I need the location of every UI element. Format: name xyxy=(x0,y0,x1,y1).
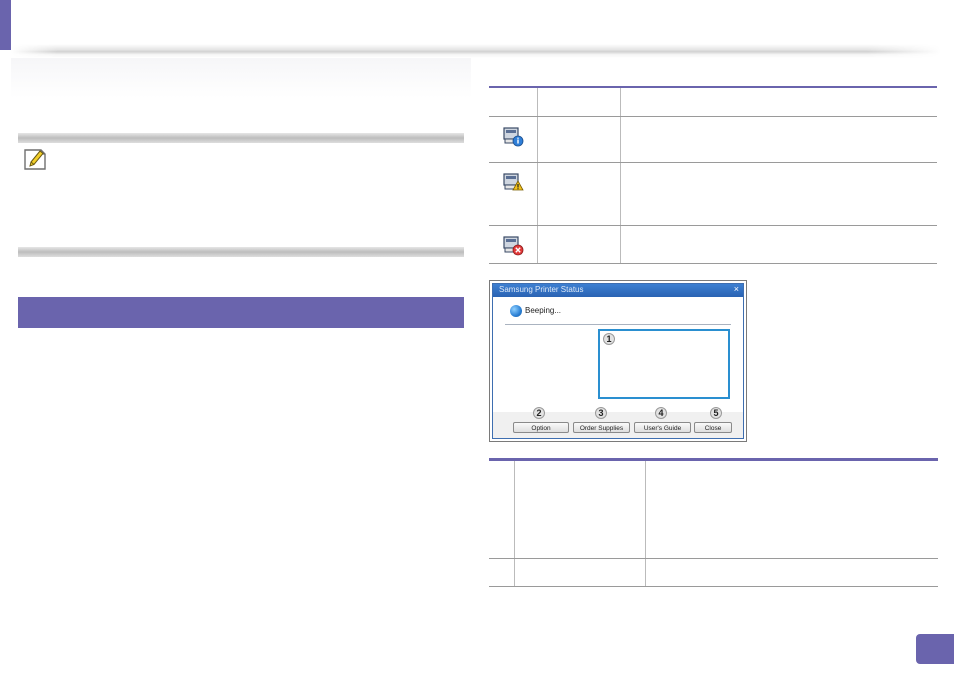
table-row xyxy=(489,559,938,587)
window-title-bar: Samsung Printer Status × xyxy=(493,284,743,297)
header-cell xyxy=(538,88,621,116)
header-cell xyxy=(621,88,937,116)
close-button[interactable]: Close xyxy=(694,422,732,433)
name-cell xyxy=(515,461,646,558)
status-icon-table xyxy=(489,86,937,264)
table-row xyxy=(489,458,938,559)
number-cell xyxy=(489,559,515,586)
icon-cell xyxy=(489,226,538,263)
printer-info-icon xyxy=(503,127,524,147)
name-cell xyxy=(515,559,646,586)
description-cell xyxy=(646,559,938,586)
description-cell xyxy=(646,461,938,558)
callout-1: 1 xyxy=(603,333,615,345)
icon-cell xyxy=(489,117,538,162)
status-cell xyxy=(538,163,621,225)
status-cell xyxy=(538,226,621,263)
table-header-row xyxy=(489,86,937,117)
option-button[interactable]: Option xyxy=(513,422,569,433)
title-area xyxy=(11,58,471,98)
description-cell xyxy=(621,117,937,162)
table-row xyxy=(489,226,937,264)
note-pencil-icon xyxy=(24,149,46,170)
printer-status-window: Samsung Printer Status × Beeping... 1 2 … xyxy=(492,283,744,439)
description-cell xyxy=(621,163,937,225)
table-row xyxy=(489,117,937,163)
toner-level-panel xyxy=(598,329,730,399)
page-number-badge xyxy=(916,634,954,664)
callout-2: 2 xyxy=(533,407,545,419)
number-cell xyxy=(489,461,515,558)
header-accent-tab xyxy=(0,0,11,50)
note-bottom-bar xyxy=(18,247,464,257)
printer-error-icon xyxy=(503,236,524,256)
close-icon[interactable]: × xyxy=(734,284,739,294)
icon-cell xyxy=(489,163,538,225)
window-title: Samsung Printer Status xyxy=(499,285,584,294)
callout-3: 3 xyxy=(595,407,607,419)
note-top-bar xyxy=(18,133,464,143)
header-rule xyxy=(11,44,941,58)
status-message: Beeping... xyxy=(525,306,562,315)
users-guide-button[interactable]: User's Guide xyxy=(634,422,691,433)
order-supplies-button[interactable]: Order Supplies xyxy=(573,422,630,433)
printer-warning-icon xyxy=(503,173,524,191)
table-row xyxy=(489,163,937,226)
callout-4: 4 xyxy=(655,407,667,419)
header-cell xyxy=(489,88,538,116)
description-cell xyxy=(621,226,937,263)
status-cell xyxy=(538,117,621,162)
divider xyxy=(505,324,731,325)
info-globe-icon xyxy=(510,305,522,317)
printer-status-screenshot: Samsung Printer Status × Beeping... 1 2 … xyxy=(489,280,747,442)
section-heading-band xyxy=(18,297,464,328)
callout-5: 5 xyxy=(710,407,722,419)
callout-description-table xyxy=(489,458,938,587)
